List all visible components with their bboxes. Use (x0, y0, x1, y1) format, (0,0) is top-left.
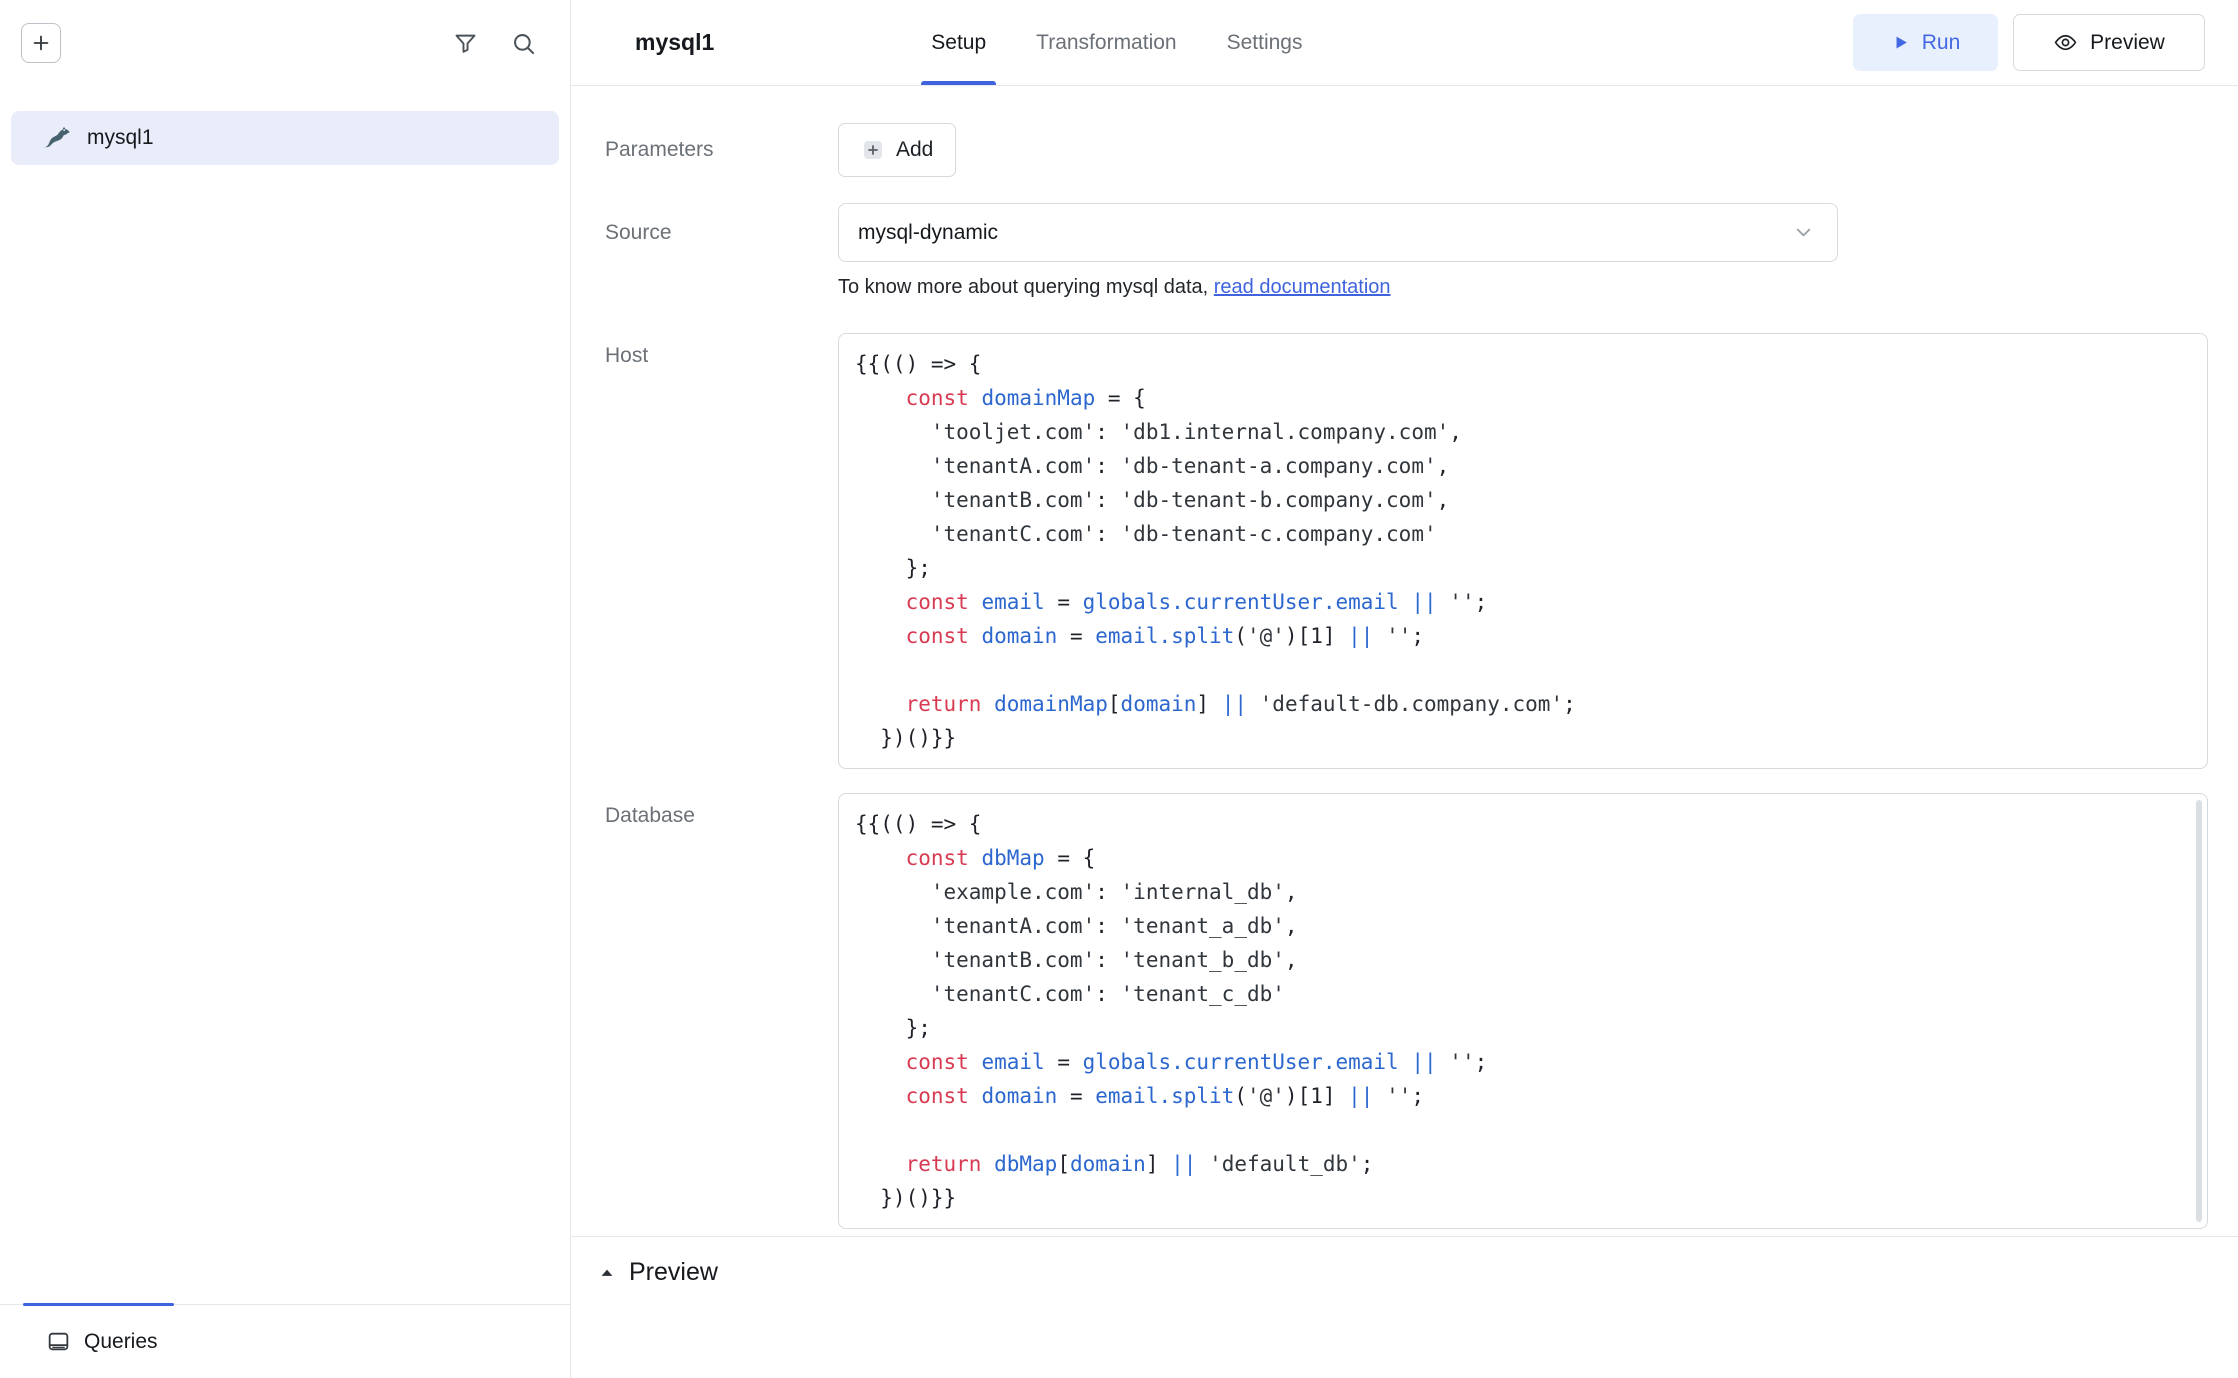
query-editor-header: mysql1 Setup Transformation Settings Run… (571, 0, 2238, 86)
database-code-editor[interactable]: {{(() => { const dbMap = { 'example.com'… (838, 793, 2208, 1229)
preview-button[interactable]: Preview (2013, 14, 2205, 71)
mysql-icon (41, 123, 71, 153)
read-documentation-link[interactable]: read documentation (1214, 276, 1391, 298)
add-parameter-label: Add (896, 138, 933, 162)
source-row: Source mysql-dynamic To know more about … (605, 203, 2208, 299)
plus-icon (30, 32, 52, 54)
filter-icon[interactable] (452, 30, 479, 57)
queries-icon (46, 1329, 71, 1354)
source-select-value: mysql-dynamic (858, 221, 998, 245)
query-editor-panel: mysql1 Setup Transformation Settings Run… (571, 0, 2238, 1378)
search-icon[interactable] (510, 30, 537, 57)
source-select[interactable]: mysql-dynamic (838, 203, 1838, 262)
query-sidebar: mysql1 Queries (0, 0, 571, 1378)
queries-tab-label: Queries (84, 1330, 158, 1354)
source-help-prefix: To know more about querying mysql data, (838, 276, 1214, 298)
query-list-item-mysql1[interactable]: mysql1 (11, 111, 559, 165)
setup-form: Parameters Add Source mysql-dynamic (571, 86, 2238, 1236)
code-editor-scrollbar[interactable] (2196, 800, 2202, 1222)
sidebar-toolbar (0, 0, 570, 86)
run-button-label: Run (1922, 31, 1961, 55)
play-icon (1891, 33, 1910, 52)
header-actions: Run Preview (1853, 14, 2205, 71)
eye-icon (2053, 30, 2078, 55)
preview-panel: Preview (571, 1236, 2238, 1378)
queries-tab[interactable]: Queries (0, 1304, 570, 1378)
source-label: Source (605, 203, 838, 247)
run-button[interactable]: Run (1853, 14, 1998, 71)
host-code-editor[interactable]: {{(() => { const domainMap = { 'tooljet.… (838, 333, 2208, 769)
editor-tabs: Setup Transformation Settings (929, 0, 1304, 85)
query-item-label: mysql1 (87, 126, 154, 150)
add-query-button[interactable] (21, 23, 61, 63)
plus-square-icon (861, 138, 885, 162)
tab-transformation[interactable]: Transformation (1034, 0, 1178, 85)
database-row: Database {{(() => { const dbMap = { 'exa… (605, 793, 2208, 1229)
preview-panel-title: Preview (629, 1258, 718, 1287)
chevron-down-icon (1792, 221, 1815, 244)
parameters-label: Parameters (605, 123, 838, 164)
tab-setup[interactable]: Setup (929, 0, 988, 85)
parameters-row: Parameters Add (605, 123, 2208, 177)
query-title: mysql1 (635, 29, 714, 56)
caret-up-icon (597, 1263, 617, 1283)
query-list: mysql1 (0, 86, 570, 1304)
tab-settings[interactable]: Settings (1225, 0, 1305, 85)
database-label: Database (605, 793, 838, 830)
add-parameter-button[interactable]: Add (838, 123, 956, 177)
preview-panel-header[interactable]: Preview (597, 1258, 718, 1287)
host-label: Host (605, 333, 838, 370)
queries-tab-active-indicator (23, 1303, 174, 1306)
host-row: Host {{(() => { const domainMap = { 'too… (605, 333, 2208, 769)
preview-button-label: Preview (2090, 31, 2165, 55)
source-help-text: To know more about querying mysql data, … (838, 276, 2208, 299)
